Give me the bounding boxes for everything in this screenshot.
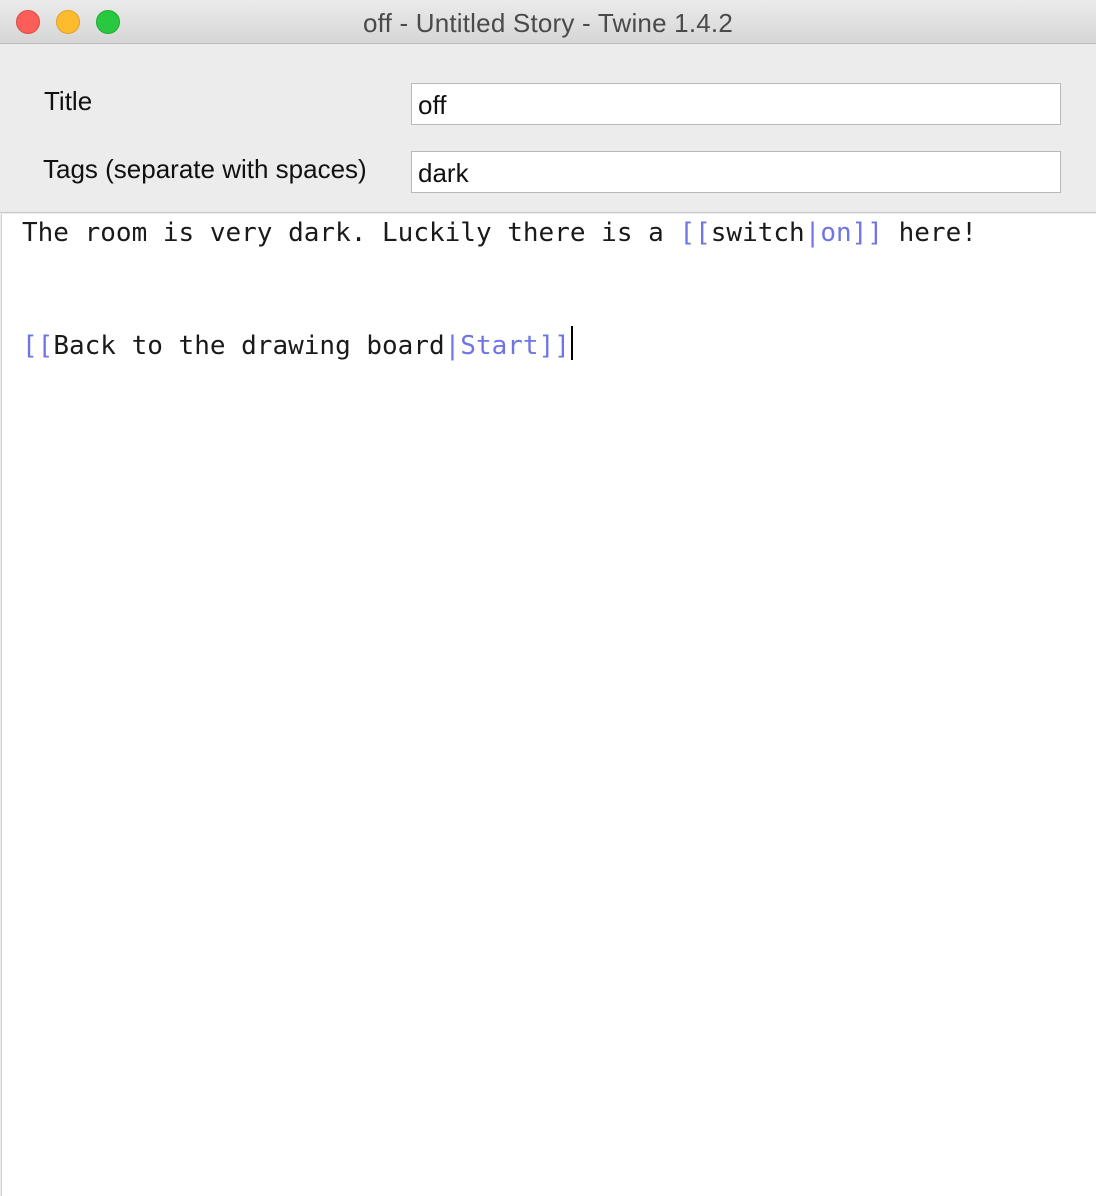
window-title: off - Untitled Story - Twine 1.4.2: [362, 8, 733, 38]
link-text: Back to the drawing board: [53, 331, 445, 361]
editor-line: The room is very dark. Luckily there is …: [22, 218, 977, 248]
title-bar[interactable]: off - Untitled Story - Twine 1.4.2: [0, 0, 1096, 44]
passage-editor-window: off - Untitled Story - Twine 1.4.2 Title…: [0, 0, 1096, 1196]
link-text: switch: [710, 218, 805, 248]
plain-text: The room is very dark. Luckily there is …: [22, 218, 680, 248]
tags-input[interactable]: dark: [411, 151, 1061, 193]
text-cursor: [570, 326, 573, 360]
passage-properties-form: Title off Tags (separate with spaces) da…: [0, 44, 1096, 213]
title-label: Title: [44, 86, 93, 116]
link-target: |on]]: [804, 218, 883, 248]
passage-text-editor[interactable]: The room is very dark. Luckily there is …: [1, 214, 1096, 1196]
tags-label: Tags (separate with spaces): [43, 154, 367, 184]
editor-line: [[Back to the drawing board|Start]]: [22, 326, 573, 361]
title-input[interactable]: off: [411, 83, 1061, 125]
plain-text: here!: [882, 218, 977, 248]
link-open-brackets: [[: [679, 218, 711, 248]
link-open-brackets: [[: [22, 331, 54, 361]
link-target: |Start]]: [444, 331, 570, 361]
